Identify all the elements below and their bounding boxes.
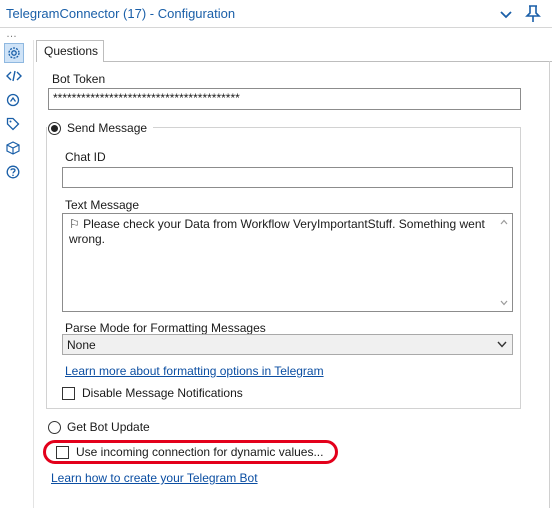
textarea-scrollbar[interactable] [496,214,512,311]
overflow-dots[interactable]: … [6,28,18,40]
bot-token-input[interactable]: **************************************** [48,88,521,110]
get-bot-update-radio[interactable] [48,421,61,434]
dynamic-values-label: Use incoming connection for dynamic valu… [76,445,324,459]
get-bot-update-label: Get Bot Update [67,420,150,434]
pin-icon[interactable] [524,4,542,24]
dynamic-values-checkbox[interactable] [56,446,69,459]
panel-separator [33,40,34,508]
connection-icon[interactable] [4,91,24,111]
disable-notifications-checkbox[interactable] [62,387,75,400]
chat-id-input[interactable] [62,167,513,188]
chevron-down-icon [497,341,507,348]
package-icon[interactable] [4,139,24,159]
scroll-down-icon[interactable] [500,300,508,306]
text-message-textarea[interactable]: ⚐ Please check your Data from Workflow V… [62,213,513,312]
help-icon[interactable] [4,163,24,183]
code-icon[interactable] [4,67,24,87]
gear-icon[interactable] [4,43,24,63]
send-message-radio[interactable] [48,122,61,135]
panel-right-border [549,61,550,508]
parse-mode-value: None [67,338,96,352]
chat-id-label: Chat ID [65,150,106,164]
tab-questions[interactable]: Questions [36,40,104,62]
chevron-down-icon[interactable] [498,6,514,22]
text-message-label: Text Message [65,198,140,212]
parse-mode-label: Parse Mode for Formatting Messages [65,321,266,335]
window-title: TelegramConnector (17) - Configuration [6,6,236,21]
text-message-content: ⚐ Please check your Data from Workflow V… [69,217,485,246]
left-toolbar [0,40,28,508]
bot-token-label: Bot Token [52,72,106,86]
create-bot-link[interactable]: Learn how to create your Telegram Bot [51,471,258,485]
tag-icon[interactable] [4,115,24,135]
disable-notifications-label: Disable Message Notifications [82,386,243,400]
tab-underline [36,61,552,62]
send-message-label: Send Message [67,121,148,135]
formatting-options-link[interactable]: Learn more about formatting options in T… [65,364,324,378]
title-bar: TelegramConnector (17) - Configuration [0,0,552,28]
parse-mode-select[interactable]: None [62,334,513,355]
scroll-up-icon[interactable] [500,219,508,225]
